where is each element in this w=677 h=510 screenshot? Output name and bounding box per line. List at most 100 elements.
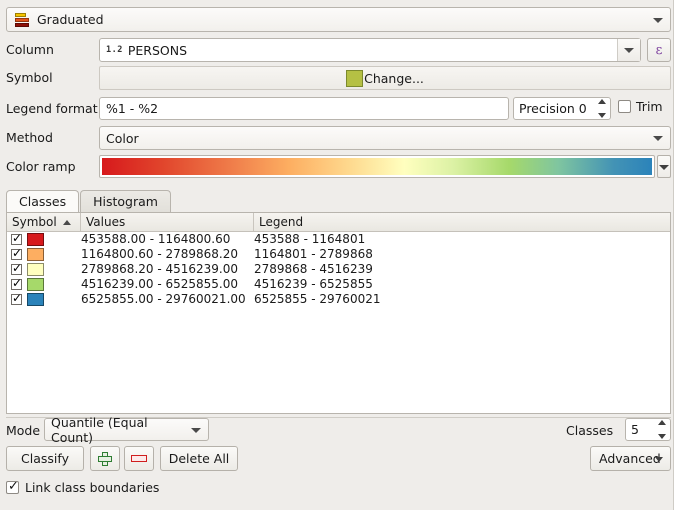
- spin-up-icon[interactable]: [658, 420, 666, 425]
- table-row[interactable]: 4516239.00 - 6525855.004516239 - 6525855: [7, 277, 670, 292]
- color-ramp-dropdown-button[interactable]: [657, 155, 671, 178]
- row-values-cell[interactable]: 1164800.60 - 2789868.20: [81, 247, 254, 262]
- graduated-icon: [15, 12, 30, 27]
- row-symbol-cell: [7, 233, 81, 246]
- spin-down-icon[interactable]: [658, 434, 666, 439]
- advanced-button[interactable]: Advanced: [590, 446, 671, 471]
- row-values-cell[interactable]: 453588.00 - 1164800.60: [81, 232, 254, 247]
- row-checkbox[interactable]: [11, 264, 22, 275]
- table-row[interactable]: 1164800.60 - 2789868.201164801 - 2789868: [7, 247, 670, 262]
- legend-format-input[interactable]: %1 - %2: [99, 97, 509, 120]
- column-dropdown-button[interactable]: [617, 39, 640, 61]
- row-symbol-cell: [7, 263, 81, 276]
- graduated-symbology-panel: Graduated Column 1.2 PERSONS ε Symbol Ch…: [0, 0, 677, 510]
- row-color-swatch[interactable]: [27, 278, 44, 291]
- row-symbol-cell: [7, 293, 81, 306]
- table-row[interactable]: 2789868.20 - 4516239.002789868 - 4516239: [7, 262, 670, 277]
- legend-format-value: %1 - %2: [106, 101, 158, 116]
- spin-up-icon[interactable]: [598, 99, 606, 104]
- mode-label: Mode: [6, 419, 40, 443]
- add-class-button[interactable]: [90, 446, 120, 471]
- row-legend-cell[interactable]: 453588 - 1164801: [254, 232, 670, 247]
- precision-spinbox[interactable]: Precision 0: [513, 97, 611, 120]
- table-header-row: Symbol Values Legend: [7, 213, 670, 232]
- chevron-down-icon: [655, 457, 663, 462]
- link-class-boundaries-wrap[interactable]: Link class boundaries: [6, 480, 159, 495]
- chevron-down-icon: [653, 136, 663, 141]
- expression-button[interactable]: ε: [647, 38, 671, 62]
- sort-ascending-icon: [63, 220, 71, 225]
- table-body: 453588.00 - 1164800.60453588 - 116480111…: [7, 232, 670, 307]
- delete-all-button[interactable]: Delete All: [160, 446, 238, 471]
- minus-icon: [131, 455, 147, 462]
- chevron-down-icon: [191, 428, 201, 433]
- column-label: Column: [6, 38, 54, 62]
- precision-spin-buttons[interactable]: [594, 99, 609, 118]
- tab-bar: Classes Histogram: [6, 190, 671, 213]
- method-value: Color: [106, 131, 139, 146]
- row-color-swatch[interactable]: [27, 293, 44, 306]
- row-values-cell[interactable]: 6525855.00 - 29760021.00: [81, 292, 254, 307]
- classes-table: Symbol Values Legend 453588.00 - 1164800…: [6, 212, 671, 414]
- plus-icon: [98, 452, 112, 466]
- panel-right-edge: [673, 0, 677, 510]
- column-header-legend[interactable]: Legend: [254, 213, 670, 231]
- row-values-cell[interactable]: 4516239.00 - 6525855.00: [81, 277, 254, 292]
- link-class-boundaries-label: Link class boundaries: [25, 480, 159, 495]
- column-combo[interactable]: 1.2 PERSONS: [99, 38, 641, 62]
- row-color-swatch[interactable]: [27, 233, 44, 246]
- table-row[interactable]: 6525855.00 - 29760021.006525855 - 297600…: [7, 292, 670, 307]
- row-symbol-cell: [7, 278, 81, 291]
- column-header-symbol[interactable]: Symbol: [7, 213, 81, 231]
- color-ramp-label: Color ramp: [6, 155, 76, 179]
- row-checkbox[interactable]: [11, 294, 22, 305]
- trim-checkbox[interactable]: [618, 100, 631, 113]
- renderer-type-combo[interactable]: Graduated: [6, 7, 671, 32]
- row-values-cell[interactable]: 2789868.20 - 4516239.00: [81, 262, 254, 277]
- mode-combo[interactable]: Quantile (Equal Count): [44, 418, 209, 441]
- mode-value: Quantile (Equal Count): [51, 415, 186, 445]
- color-ramp-preview[interactable]: [99, 155, 655, 178]
- classes-spinbox[interactable]: 5: [625, 418, 671, 441]
- table-row[interactable]: 453588.00 - 1164800.60453588 - 1164801: [7, 232, 670, 247]
- classes-label: Classes: [566, 419, 613, 443]
- row-checkbox[interactable]: [11, 249, 22, 260]
- symbol-change-label: Change...: [364, 71, 424, 86]
- link-class-boundaries-checkbox[interactable]: [6, 481, 19, 494]
- classify-button[interactable]: Classify: [6, 446, 84, 471]
- spin-down-icon[interactable]: [598, 113, 606, 118]
- trim-checkbox-wrap[interactable]: Trim: [618, 99, 663, 114]
- delete-class-button[interactable]: [124, 446, 154, 471]
- row-color-swatch[interactable]: [27, 263, 44, 276]
- row-legend-cell[interactable]: 2789868 - 4516239: [254, 262, 670, 277]
- row-legend-cell[interactable]: 6525855 - 29760021: [254, 292, 670, 307]
- renderer-type-label: Graduated: [37, 12, 104, 27]
- classes-value: 5: [631, 422, 639, 437]
- legend-format-label: Legend format: [6, 97, 98, 121]
- trim-label: Trim: [636, 99, 663, 114]
- row-legend-cell[interactable]: 4516239 - 6525855: [254, 277, 670, 292]
- chevron-down-icon: [653, 18, 663, 23]
- row-color-swatch[interactable]: [27, 248, 44, 261]
- method-combo[interactable]: Color: [99, 126, 671, 150]
- column-header-symbol-label: Symbol: [12, 215, 57, 229]
- row-symbol-cell: [7, 248, 81, 261]
- color-ramp-gradient: [102, 158, 652, 175]
- method-label: Method: [6, 126, 53, 150]
- row-checkbox[interactable]: [11, 234, 22, 245]
- tab-histogram[interactable]: Histogram: [80, 190, 171, 212]
- column-value: PERSONS: [128, 43, 187, 58]
- symbol-change-button[interactable]: Change...: [99, 66, 671, 90]
- field-type-icon: 1.2: [106, 45, 123, 55]
- row-legend-cell[interactable]: 1164801 - 2789868: [254, 247, 670, 262]
- precision-value: Precision 0: [519, 101, 587, 116]
- chevron-down-icon: [624, 48, 634, 53]
- symbol-label: Symbol: [6, 66, 53, 90]
- tab-classes[interactable]: Classes: [6, 190, 79, 213]
- row-checkbox[interactable]: [11, 279, 22, 290]
- classes-spin-buttons[interactable]: [654, 420, 669, 439]
- column-header-values[interactable]: Values: [81, 213, 254, 231]
- advanced-label: Advanced: [599, 451, 661, 466]
- chevron-down-icon: [659, 165, 669, 170]
- symbol-color-swatch: [346, 70, 363, 87]
